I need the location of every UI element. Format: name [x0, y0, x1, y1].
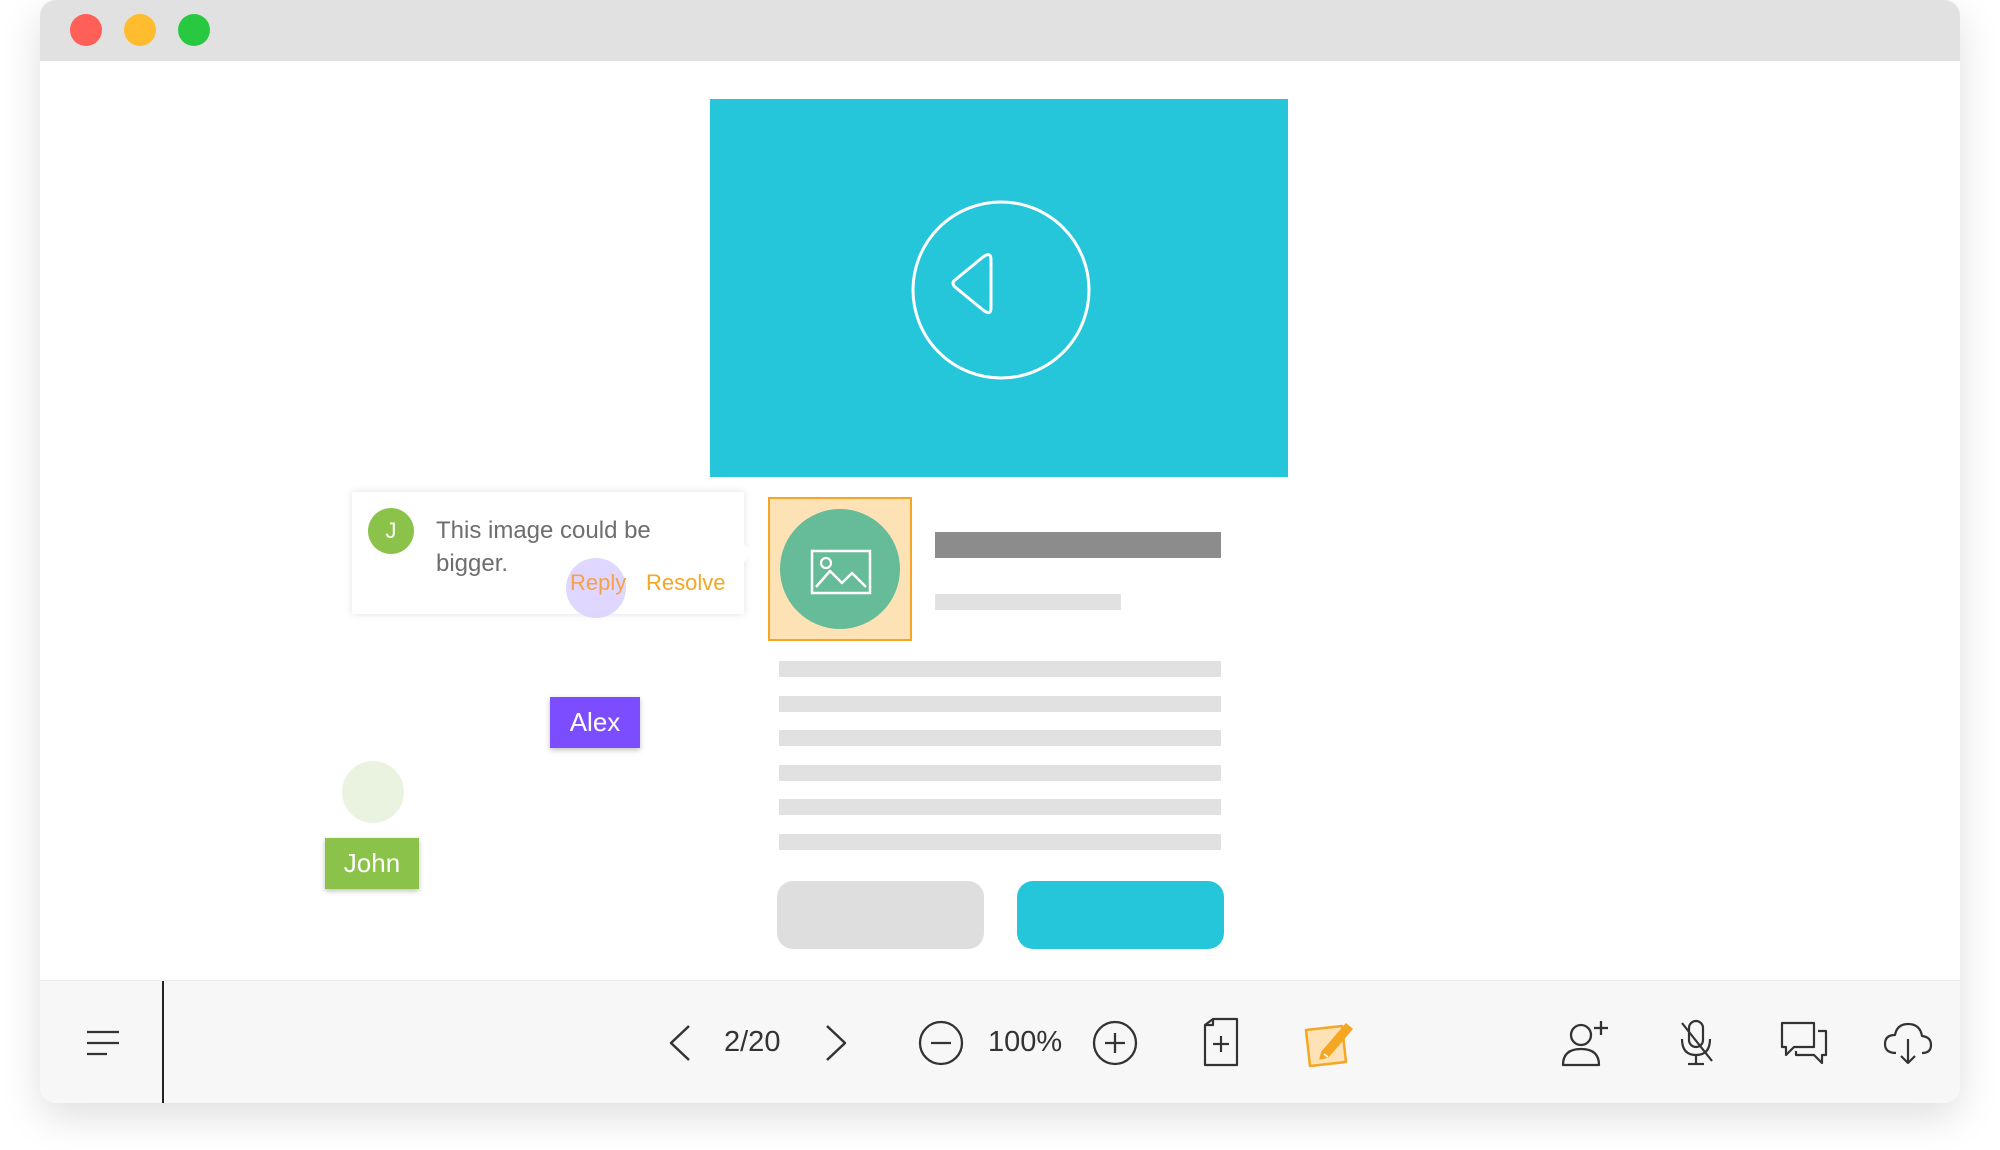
text-line-placeholder [779, 661, 1221, 677]
bottom-toolbar: 2/20 100% [40, 980, 1960, 1103]
menu-icon [87, 1030, 119, 1055]
image-icon [780, 509, 900, 629]
text-line-placeholder [779, 765, 1221, 781]
prev-page-icon [669, 1024, 690, 1061]
resolve-link[interactable]: Resolve [646, 570, 725, 596]
cloud-download-icon [1883, 1022, 1933, 1064]
reply-link[interactable]: Reply [570, 570, 626, 596]
collaborator-cursor-john: John [325, 838, 419, 889]
page-indicator: 2/20 [724, 1026, 781, 1058]
collaborator-cursor-dot [342, 761, 404, 823]
commenter-avatar: J [368, 508, 414, 554]
zoom-out-button[interactable] [916, 981, 966, 1103]
zoom-in-icon [1092, 1020, 1138, 1065]
primary-button-placeholder[interactable] [1017, 881, 1224, 949]
download-button[interactable] [1882, 981, 1934, 1103]
next-page-button[interactable] [816, 981, 856, 1103]
close-window-button[interactable] [70, 14, 102, 46]
text-line-placeholder [779, 799, 1221, 815]
text-line-placeholder [779, 730, 1221, 746]
text-line-placeholder [779, 834, 1221, 850]
selected-image-placeholder[interactable] [768, 497, 912, 641]
zoom-window-button[interactable] [178, 14, 210, 46]
text-line-placeholder [779, 696, 1221, 712]
heading-placeholder [935, 532, 1221, 558]
annotate-button[interactable] [1302, 981, 1356, 1103]
microphone-toggle[interactable] [1674, 981, 1718, 1103]
zoom-level[interactable]: 100% [988, 981, 1062, 1103]
hero-video-placeholder[interactable] [710, 99, 1288, 477]
annotate-icon [1304, 1022, 1353, 1067]
minimize-window-button[interactable] [124, 14, 156, 46]
zoom-in-button[interactable] [1090, 981, 1140, 1103]
subheading-placeholder [935, 594, 1121, 610]
collaborator-cursor-alex: Alex [550, 697, 640, 748]
app-window: J This image could be bigger. Reply Reso… [40, 0, 1960, 1103]
zoom-out-icon [918, 1020, 964, 1065]
add-page-icon [1203, 1017, 1239, 1066]
menu-button[interactable] [78, 981, 128, 1103]
next-page-icon [826, 1024, 847, 1061]
play-back-icon [911, 200, 1091, 380]
design-canvas: J This image could be bigger. Reply Reso… [40, 61, 1960, 980]
add-user-button[interactable] [1558, 981, 1614, 1103]
add-page-button[interactable] [1199, 981, 1243, 1103]
prev-page-button[interactable] [660, 981, 700, 1103]
chat-icon [1780, 1021, 1828, 1064]
add-user-icon [1561, 1020, 1608, 1066]
toolbar-divider [162, 981, 164, 1103]
chat-button[interactable] [1778, 981, 1830, 1103]
title-bar [40, 0, 1960, 61]
comment-bubble: J This image could be bigger. Reply Reso… [352, 492, 753, 618]
secondary-button-placeholder[interactable] [777, 881, 984, 949]
mic-muted-icon [1680, 1019, 1713, 1065]
